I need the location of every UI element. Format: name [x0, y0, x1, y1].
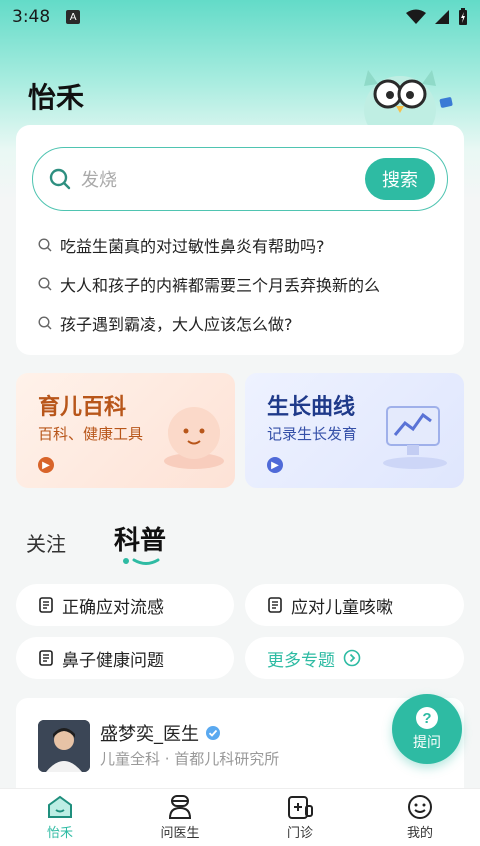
search-icon	[49, 168, 71, 190]
topic-label: 正确应对流感	[62, 597, 164, 618]
baby-icon	[164, 407, 224, 469]
nav-item-profile[interactable]: 我的	[360, 789, 480, 846]
search-suggestion[interactable]: 吃益生菌真的对过敏性鼻炎有帮助吗?	[38, 233, 325, 257]
nav-label: 问医生	[160, 826, 200, 841]
search-suggestion[interactable]: 大人和孩子的内裤都需要三个月丢弃换新的么	[38, 272, 380, 296]
nav-label: 怡禾	[46, 826, 73, 841]
topic-chip[interactable]: 鼻子健康问题	[16, 637, 234, 679]
feature-title: 育儿百科	[38, 395, 127, 420]
chevron-right-icon: ▶	[38, 457, 54, 473]
battery-icon	[459, 8, 467, 25]
search-icon	[38, 277, 52, 291]
notification-a-icon: A	[66, 10, 81, 24]
nav-item-home[interactable]: 怡禾	[0, 789, 120, 846]
nav-item-clinic[interactable]: 门诊	[240, 789, 360, 846]
search-input[interactable]: 发烧 搜索	[32, 147, 448, 211]
chevron-right-icon: ▶	[267, 457, 283, 473]
search-suggestion[interactable]: 孩子遇到霸凌，大人应该怎么做?	[38, 311, 293, 335]
app-title: 怡禾	[28, 81, 85, 114]
suggestion-text: 大人和孩子的内裤都需要三个月丢弃换新的么	[60, 276, 381, 295]
clinic-icon	[288, 796, 313, 819]
feature-subtitle: 百科、健康工具	[38, 425, 144, 443]
doctor-name: 盛梦奕_医生	[100, 724, 199, 745]
active-tab-indicator	[123, 558, 160, 565]
signal-icon	[435, 10, 449, 24]
question-bubble-icon: ?	[416, 707, 438, 729]
topic-label: 鼻子健康问题	[62, 650, 164, 671]
ask-question-label: 提问	[413, 735, 441, 751]
bottom-nav: 怡禾 问医生 门诊 我的	[0, 788, 480, 846]
topic-label: 应对儿童咳嗽	[291, 597, 393, 618]
more-topics-button[interactable]: 更多专题	[245, 637, 464, 679]
home-icon	[48, 795, 72, 818]
doctor-icon	[168, 795, 192, 819]
status-time: 3:48	[12, 7, 51, 27]
search-placeholder: 发烧	[81, 170, 117, 191]
ask-question-button[interactable]: ? 提问	[392, 694, 462, 764]
nav-label: 门诊	[286, 826, 313, 841]
chevron-right-circle-icon	[343, 649, 361, 667]
suggestion-text: 孩子遇到霸凌，大人应该怎么做?	[60, 315, 293, 334]
search-icon	[38, 238, 52, 252]
doctor-name-row: 盛梦奕_医生	[100, 720, 221, 746]
document-icon	[268, 597, 282, 613]
verified-badge-icon	[206, 726, 220, 740]
growth-curve-card[interactable]: 生长曲线 记录生长发育 ▶	[245, 373, 464, 488]
document-icon	[39, 597, 53, 613]
more-topics-label: 更多专题	[267, 650, 335, 671]
parenting-encyclopedia-card[interactable]: 育儿百科 百科、健康工具 ▶	[16, 373, 235, 488]
tab-follow[interactable]: 关注	[26, 528, 66, 557]
doctor-avatar	[38, 720, 90, 772]
tab-science[interactable]: 科普	[114, 520, 166, 557]
topic-chip[interactable]: 正确应对流感	[16, 584, 234, 626]
chart-monitor-icon	[383, 406, 447, 469]
search-card: 发烧 搜索 吃益生菌真的对过敏性鼻炎有帮助吗? 大人和孩子的内裤都需要三个月丢弃…	[16, 125, 464, 355]
search-button[interactable]: 搜索	[365, 158, 435, 200]
topic-chip[interactable]: 应对儿童咳嗽	[245, 584, 464, 626]
suggestion-text: 吃益生菌真的对过敏性鼻炎有帮助吗?	[60, 237, 325, 256]
doctor-department: 儿童全科 · 首都儿科研究所	[100, 750, 280, 768]
profile-icon	[408, 795, 432, 819]
nav-item-ask-doctor[interactable]: 问医生	[120, 789, 240, 846]
status-bar: 3:48 A	[0, 0, 480, 34]
search-icon	[38, 316, 52, 330]
nav-label: 我的	[406, 826, 433, 841]
wifi-icon	[406, 9, 426, 24]
document-icon	[39, 650, 53, 666]
feature-title: 生长曲线	[267, 395, 356, 420]
doctor-photo-icon	[38, 720, 90, 772]
svg-text:?: ?	[422, 710, 431, 727]
feature-subtitle: 记录生长发育	[267, 425, 358, 443]
